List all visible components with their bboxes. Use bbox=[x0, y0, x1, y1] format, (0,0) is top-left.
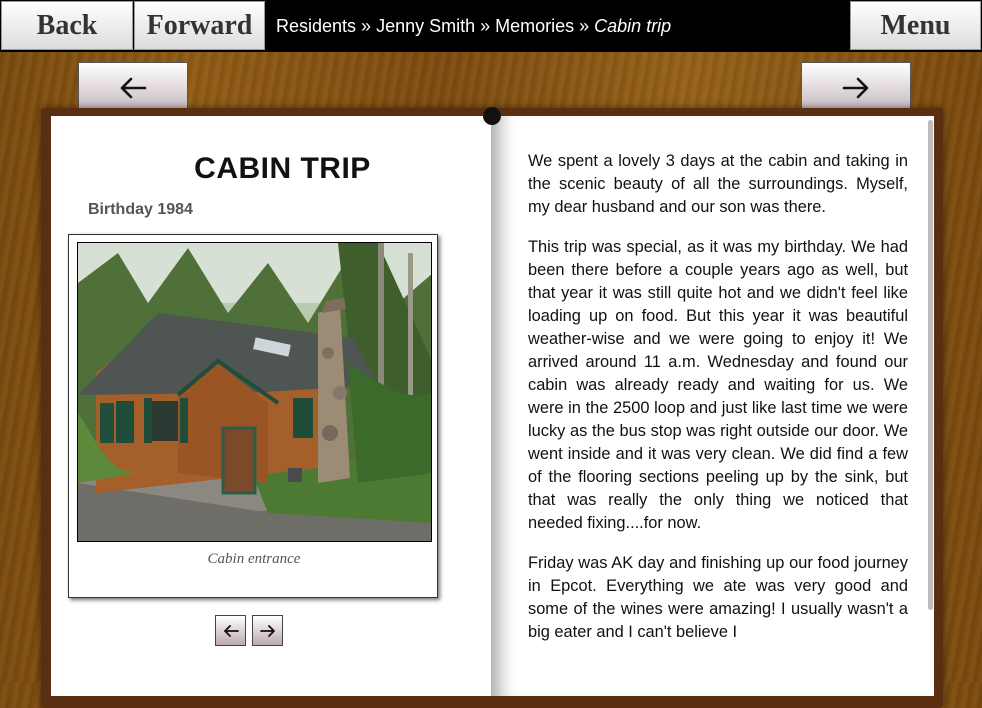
memory-story: We spent a lovely 3 days at the cabin an… bbox=[528, 150, 908, 661]
photo-caption: Cabin entrance bbox=[207, 551, 301, 567]
photo-card: Cabin entrance bbox=[68, 234, 438, 598]
arrow-right-icon bbox=[842, 77, 869, 99]
arrow-left-icon bbox=[120, 77, 147, 99]
breadcrumb: Residents » Jenny Smith » Memories » Cab… bbox=[276, 0, 671, 52]
arrow-left-icon bbox=[223, 624, 239, 637]
previous-photo-button[interactable] bbox=[215, 615, 246, 646]
breadcrumb-item-memories[interactable]: Memories bbox=[495, 16, 574, 37]
previous-page-button[interactable] bbox=[78, 62, 188, 114]
story-scrollbar[interactable] bbox=[928, 120, 933, 610]
story-paragraph: We spent a lovely 3 days at the cabin an… bbox=[528, 152, 908, 216]
top-bar: Back Forward Residents » Jenny Smith » M… bbox=[0, 0, 982, 52]
breadcrumb-item-resident[interactable]: Jenny Smith bbox=[376, 16, 475, 37]
breadcrumb-separator: » bbox=[361, 15, 372, 36]
memory-photo[interactable] bbox=[77, 242, 432, 542]
breadcrumb-current: Cabin trip bbox=[594, 15, 672, 36]
story-paragraph: This trip was special, as it was my birt… bbox=[528, 238, 908, 532]
breadcrumb-separator: » bbox=[480, 15, 491, 36]
arrow-right-icon bbox=[259, 624, 275, 637]
menu-button[interactable]: Menu bbox=[850, 1, 981, 50]
next-page-button[interactable] bbox=[801, 62, 911, 114]
back-button[interactable]: Back bbox=[1, 1, 133, 50]
cabin-photo-illustration bbox=[78, 243, 431, 541]
forward-button[interactable]: Forward bbox=[134, 1, 265, 50]
book-spine-ring bbox=[483, 107, 501, 125]
memory-subtitle: Birthday 1984 bbox=[88, 201, 193, 218]
next-photo-button[interactable] bbox=[252, 615, 283, 646]
breadcrumb-separator: » bbox=[579, 15, 590, 36]
memory-title: CABIN TRIP bbox=[194, 152, 371, 185]
breadcrumb-item-residents[interactable]: Residents bbox=[276, 16, 356, 37]
story-paragraph: Friday was AK day and finishing up our f… bbox=[528, 554, 908, 641]
